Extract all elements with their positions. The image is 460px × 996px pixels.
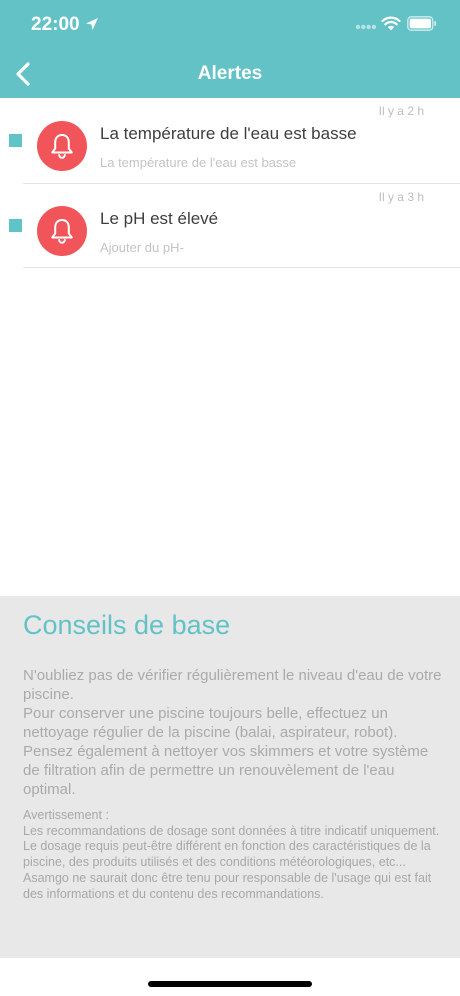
status-bar: 22:00 xyxy=(0,0,460,50)
nav-bar: Alertes xyxy=(0,50,460,98)
tips-paragraph: N'oubliez pas de vérifier régulièrement … xyxy=(23,667,442,703)
unread-marker xyxy=(9,219,22,232)
alert-item[interactable]: Il y a 3 h Le pH est élevé Ajouter du pH… xyxy=(0,184,460,268)
tips-paragraph: Pour conserver une piscine toujours bell… xyxy=(23,705,398,741)
warning-text: Asamgo ne saurait donc être tenu pour re… xyxy=(23,870,432,901)
header: 22:00 Alertes xyxy=(0,0,460,98)
divider xyxy=(23,267,460,268)
alert-icon-badge xyxy=(37,206,87,256)
tips-paragraph: Pensez également à nettoyer vos skimmers… xyxy=(23,743,429,798)
warning-text: Les recommandations de dosage sont donné… xyxy=(23,823,440,838)
tips-section: Conseils de base N'oubliez pas de vérifi… xyxy=(0,596,460,958)
alert-item[interactable]: Il y a 2 h La température de l'eau est b… xyxy=(0,98,460,184)
tips-warning: Avertissement : Les recommandations de d… xyxy=(23,808,443,902)
wifi-icon xyxy=(381,16,401,31)
alert-title: Le pH est élevé xyxy=(100,209,219,228)
warning-text: Le dosage requis peut-être différent en … xyxy=(23,839,431,870)
page-title: Alertes xyxy=(197,63,263,84)
home-indicator[interactable] xyxy=(148,981,312,987)
battery-icon xyxy=(407,16,437,31)
tips-body: N'oubliez pas de vérifier régulièrement … xyxy=(23,666,443,799)
tips-title: Conseils de base xyxy=(23,610,231,640)
alert-time: Il y a 2 h xyxy=(378,104,424,118)
warning-heading: Avertissement : xyxy=(23,808,109,822)
cellular-signal-icon xyxy=(355,24,377,30)
unread-marker xyxy=(9,134,22,147)
alert-title: La température de l'eau est basse xyxy=(100,124,357,143)
alert-subtitle: Ajouter du pH- xyxy=(100,240,184,255)
location-arrow-icon xyxy=(86,18,98,30)
status-time: 22:00 xyxy=(31,14,80,35)
alert-time: Il y a 3 h xyxy=(378,190,424,204)
bell-icon xyxy=(51,219,73,244)
alert-subtitle: La température de l'eau est basse xyxy=(100,155,297,170)
alert-icon-badge xyxy=(37,121,87,171)
bell-icon xyxy=(51,134,73,159)
